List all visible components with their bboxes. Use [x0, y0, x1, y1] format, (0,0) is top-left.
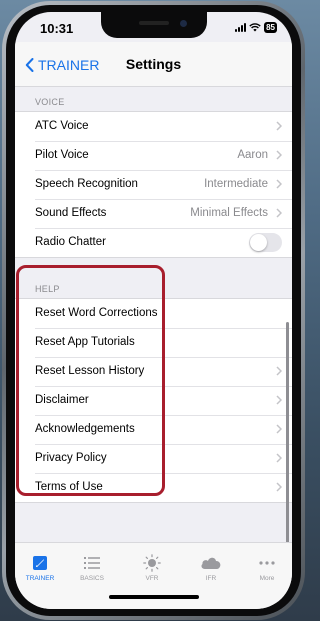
tab-more[interactable]: More	[242, 554, 292, 582]
disclaimer-row[interactable]: Disclaimer	[15, 386, 292, 415]
help-section-header: HELP	[35, 284, 60, 294]
tab-label: IFR	[205, 575, 217, 582]
tab-vfr[interactable]: VFR	[127, 554, 177, 582]
row-value: Intermediate	[204, 178, 268, 190]
terms-of-use-row[interactable]: Terms of Use	[15, 473, 292, 502]
speech-recognition-row[interactable]: Speech Recognition Intermediate	[15, 170, 292, 199]
chevron-right-icon	[276, 366, 282, 376]
screen: 10:31 85 TRAINER Settings VOICE ATC Voic…	[15, 12, 292, 609]
more-icon	[259, 561, 275, 565]
list-icon	[84, 557, 100, 569]
chevron-right-icon	[276, 424, 282, 434]
atc-voice-row[interactable]: ATC Voice	[15, 112, 292, 141]
pilot-voice-row[interactable]: Pilot Voice Aaron	[15, 141, 292, 170]
row-value: Minimal Effects	[190, 207, 268, 219]
battery-icon: 85	[264, 22, 277, 33]
row-label: Disclaimer	[35, 394, 89, 406]
tab-ifr[interactable]: IFR	[186, 554, 236, 582]
row-label: Pilot Voice	[35, 149, 89, 161]
page-title: Settings	[125, 56, 182, 72]
status-time: 10:31	[40, 21, 74, 36]
voice-settings-group: ATC Voice Pilot Voice Aaron Speech Recog…	[15, 111, 292, 258]
row-label: Reset Lesson History	[35, 365, 145, 377]
row-label: Acknowledgements	[35, 423, 135, 435]
chevron-right-icon	[276, 482, 282, 492]
reset-lesson-history-row[interactable]: Reset Lesson History	[15, 357, 292, 386]
status-icons: 85	[235, 22, 277, 33]
tab-basics[interactable]: BASICS	[67, 554, 117, 582]
chevron-right-icon	[276, 150, 282, 160]
notch	[101, 12, 207, 38]
tab-trainer[interactable]: TRAINER	[15, 554, 65, 582]
tab-label: BASICS	[80, 575, 104, 582]
help-settings-group: Reset Word Corrections Reset App Tutoria…	[15, 298, 292, 503]
sound-effects-row[interactable]: Sound Effects Minimal Effects	[15, 199, 292, 228]
row-label: Reset App Tutorials	[35, 336, 135, 348]
chevron-right-icon	[276, 453, 282, 463]
privacy-policy-row[interactable]: Privacy Policy	[15, 444, 292, 473]
row-label: Terms of Use	[35, 481, 103, 493]
cloud-icon	[201, 557, 221, 569]
row-label: Privacy Policy	[35, 452, 107, 464]
navigation-bar: TRAINER Settings	[15, 42, 292, 87]
acknowledgements-row[interactable]: Acknowledgements	[15, 415, 292, 444]
reset-app-tutorials-row[interactable]: Reset App Tutorials	[15, 328, 292, 357]
row-label: Reset Word Corrections	[35, 307, 158, 319]
row-label: Radio Chatter	[35, 236, 106, 248]
reset-word-corrections-row[interactable]: Reset Word Corrections	[15, 299, 292, 328]
tab-label: More	[259, 575, 275, 582]
voice-section-header: VOICE	[35, 97, 65, 107]
radio-chatter-toggle[interactable]	[249, 233, 282, 252]
chevron-right-icon	[276, 208, 282, 218]
signal-icon	[235, 23, 247, 32]
sun-icon	[143, 554, 161, 572]
row-value: Aaron	[237, 149, 268, 161]
chevron-right-icon	[276, 121, 282, 131]
row-label: Speech Recognition	[35, 178, 138, 190]
phone-frame: 10:31 85 TRAINER Settings VOICE ATC Voic…	[2, 1, 305, 620]
tab-label: TRAINER	[25, 575, 55, 582]
trainer-icon	[33, 556, 47, 570]
toggle-knob	[250, 234, 267, 251]
home-indicator	[109, 595, 199, 599]
chevron-right-icon	[276, 395, 282, 405]
scrollbar[interactable]	[286, 322, 289, 550]
chevron-right-icon	[276, 179, 282, 189]
speaker	[139, 21, 169, 25]
tab-label: VFR	[145, 575, 159, 582]
wifi-icon	[249, 23, 261, 32]
radio-chatter-row: Radio Chatter	[15, 228, 292, 257]
row-label: ATC Voice	[35, 120, 89, 132]
camera-icon	[180, 20, 187, 27]
row-label: Sound Effects	[35, 207, 107, 219]
